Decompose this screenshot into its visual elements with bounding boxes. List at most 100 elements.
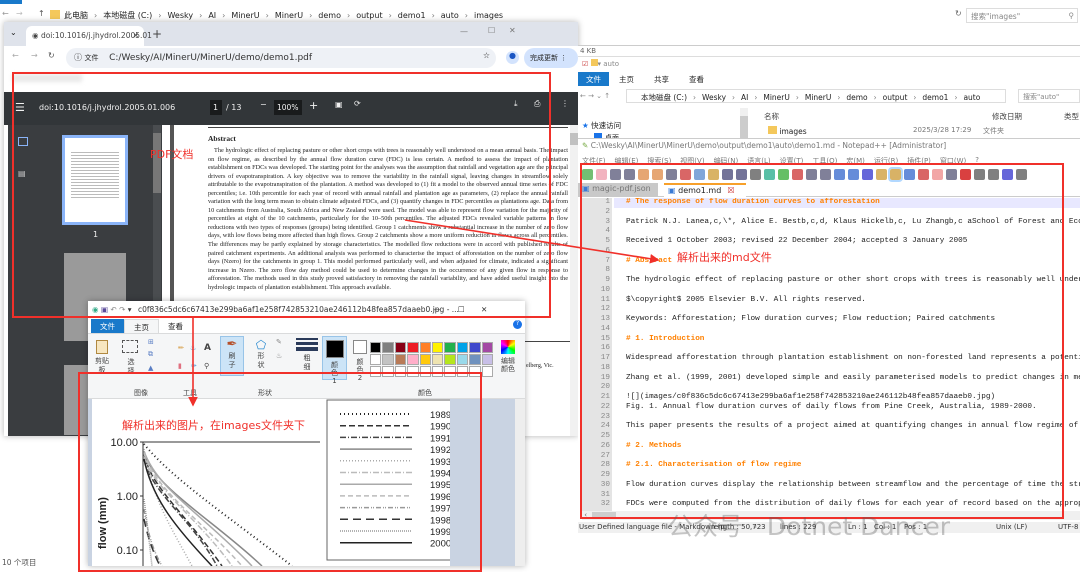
outline-icon[interactable]: ✎ <box>276 338 282 346</box>
menu-item[interactable]: ? <box>975 156 979 166</box>
nav-up-icon[interactable]: ↑ <box>38 9 45 18</box>
color-swatch[interactable] <box>394 366 407 377</box>
color-swatch[interactable] <box>407 354 419 365</box>
toolbar-button[interactable] <box>666 169 677 180</box>
color-swatch[interactable] <box>481 366 493 377</box>
sidebar-menu-icon[interactable]: ☰ <box>15 101 25 114</box>
color-swatch[interactable] <box>456 342 469 353</box>
breadcrumb-item[interactable]: output <box>883 93 908 102</box>
toolbar-button[interactable] <box>876 169 887 180</box>
toolbar-button[interactable] <box>888 167 903 182</box>
maximize-button[interactable]: ☐ <box>458 305 465 314</box>
eraser-icon[interactable]: ▮ <box>178 362 182 370</box>
toolbar-button[interactable] <box>778 169 789 180</box>
info-icon[interactable]: ⓘ <box>74 53 82 62</box>
color-swatch[interactable] <box>469 354 481 365</box>
breadcrumb-item[interactable]: auto <box>963 93 980 102</box>
breadcrumb-item[interactable]: AI <box>208 11 216 20</box>
ribbon-tab[interactable]: 文件 <box>91 319 124 333</box>
toolbar-button[interactable] <box>694 169 705 180</box>
omnibox[interactable]: ⓘ 文件 C:/Wesky/AI/MinerU/MinerU/demo/demo… <box>66 48 496 68</box>
toolbar-button[interactable] <box>680 169 691 180</box>
ribbon-tab[interactable]: 查看 <box>679 72 714 86</box>
menu-item[interactable]: 语言(L) <box>747 156 770 166</box>
page-number-input[interactable]: 1 <box>210 100 222 115</box>
column-header[interactable]: 名称 <box>764 111 779 122</box>
tab-close-icon[interactable]: ✕ <box>133 31 139 40</box>
menu-item[interactable]: 文件(F) <box>582 156 606 166</box>
color2-button[interactable]: 颜色 2 <box>350 336 370 382</box>
color-swatch[interactable] <box>419 366 431 377</box>
menu-item[interactable]: 插件(P) <box>907 156 931 166</box>
save-icon[interactable]: ▣ <box>101 305 108 314</box>
search-input[interactable]: 搜索"auto" <box>1018 89 1080 103</box>
color-swatch[interactable] <box>431 366 444 377</box>
select-button[interactable]: 选择 <box>122 340 140 376</box>
toolbar-button[interactable] <box>862 169 873 180</box>
color-swatch[interactable] <box>382 366 394 377</box>
color-swatch[interactable] <box>370 342 382 353</box>
color-swatch[interactable] <box>431 354 444 365</box>
column-header[interactable]: 修改日期 <box>992 111 1022 122</box>
color-swatch[interactable] <box>370 366 382 377</box>
color1-button[interactable]: 颜色 1 <box>322 336 347 385</box>
search-input[interactable]: 搜索"images" ⚲ <box>966 8 1078 23</box>
toolbar-button[interactable] <box>1016 169 1027 180</box>
breadcrumb-item[interactable]: MinerU <box>763 93 790 102</box>
outline-view-icon[interactable]: ▤ <box>18 169 26 178</box>
toolbar-button[interactable] <box>750 169 761 180</box>
size-button[interactable]: 粗细 <box>296 338 318 372</box>
color-swatch[interactable] <box>456 366 469 377</box>
menu-item[interactable]: 编辑(E) <box>615 156 639 166</box>
editor-tab[interactable]: ▣ demo1.md ☒ <box>664 183 746 197</box>
toolbar-button[interactable] <box>638 169 649 180</box>
toolbar-button[interactable] <box>736 169 747 180</box>
menu-item[interactable]: 搜索(S) <box>647 156 671 166</box>
print-icon[interactable]: ⎙ <box>534 99 540 109</box>
breadcrumb-item[interactable]: Wesky <box>167 11 193 20</box>
toolbar-button[interactable] <box>652 169 663 180</box>
toolbar-button[interactable] <box>946 169 957 180</box>
nav-buttons[interactable]: ← → ⌄ ↑ <box>580 92 610 100</box>
more-icon[interactable]: ⋮ <box>561 99 569 108</box>
tab-search-button[interactable]: ⌄ <box>10 28 17 37</box>
toolbar-button[interactable] <box>904 169 915 180</box>
minimize-button[interactable]: — <box>460 27 468 36</box>
paste-button[interactable]: 剪贴板 <box>93 340 111 375</box>
vertical-scrollbar[interactable] <box>515 399 525 566</box>
color-swatch[interactable] <box>456 354 469 365</box>
toolbar-button[interactable] <box>764 169 775 180</box>
forward-icon[interactable]: → <box>31 51 38 60</box>
breadcrumb-item[interactable]: 本地磁盘 (C:) <box>103 11 152 20</box>
toolbar-button[interactable] <box>806 169 817 180</box>
color-swatch[interactable] <box>444 366 456 377</box>
toolbar-button[interactable] <box>1002 169 1013 180</box>
color-swatch[interactable] <box>394 354 407 365</box>
breadcrumb-item[interactable]: auto <box>441 11 459 20</box>
color-swatch[interactable] <box>444 354 456 365</box>
redo-icon[interactable]: ↷ <box>119 305 125 314</box>
magnifier-icon[interactable]: ⚲ <box>204 362 209 370</box>
quick-access-item[interactable]: ★ 快速访问 <box>582 120 621 131</box>
zoom-input[interactable]: 100% <box>274 100 302 115</box>
color-swatch[interactable] <box>394 342 407 353</box>
address-breadcrumb[interactable]: 本地磁盘 (C:) › Wesky › AI › MinerU › MinerU › demo › ou… <box>626 89 1006 103</box>
breadcrumb-item[interactable]: MinerU <box>805 93 832 102</box>
toolbar-button[interactable] <box>918 169 929 180</box>
text-icon[interactable]: A <box>204 343 211 353</box>
ribbon-tab[interactable]: 查看 <box>159 319 192 333</box>
fill-icon[interactable]: ♨ <box>190 344 196 352</box>
bookmark-star-icon[interactable]: ☆ <box>483 51 490 60</box>
minimize-button[interactable]: — <box>433 305 441 314</box>
download-icon[interactable]: ⤓ <box>514 99 518 109</box>
properties-icon[interactable]: ☑ <box>582 60 588 68</box>
rotate-icon[interactable]: ⟳ <box>354 99 361 108</box>
toolbar-button[interactable] <box>820 169 831 180</box>
update-button[interactable]: 完成更新 ⋮ <box>524 48 578 68</box>
edit-colors-button[interactable]: 编辑颜色 <box>498 340 518 373</box>
reload-icon[interactable]: ↻ <box>48 51 55 60</box>
color-swatch[interactable] <box>419 342 431 353</box>
resize-icon[interactable]: ⧉ <box>148 350 153 359</box>
breadcrumb-item[interactable]: demo <box>318 11 341 20</box>
browser-tab-active[interactable]: ◉ doi:10.1016/j.jhydrol.2005.01 ✕ <box>26 26 152 46</box>
